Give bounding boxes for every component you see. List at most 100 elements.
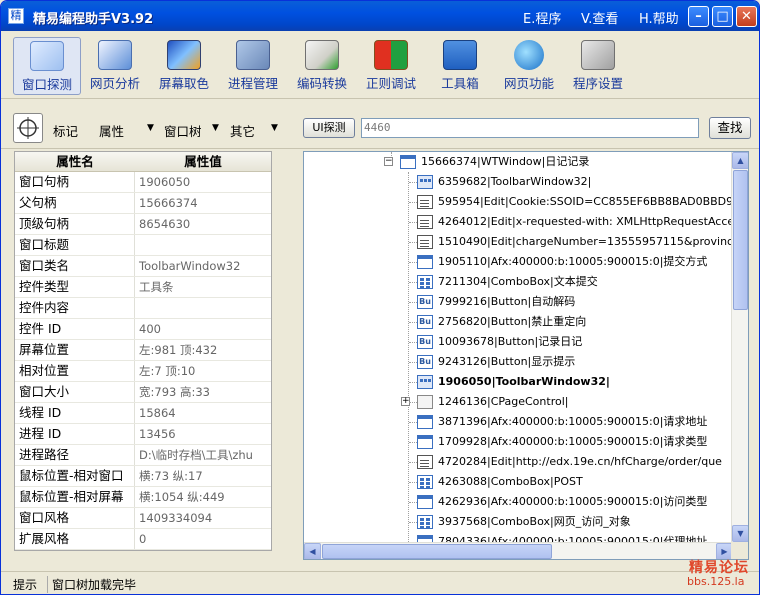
- property-value[interactable]: 左:7 顶:10: [135, 361, 271, 381]
- window-tree-dropdown-arrow-icon[interactable]: ▼: [212, 123, 219, 133]
- tool-window-probe[interactable]: 窗口探测: [13, 37, 81, 95]
- tree-node[interactable]: 4720284|Edit|http://edx.19e.cn/hfCharge/…: [304, 452, 734, 472]
- menu-view[interactable]: V.查看: [581, 8, 618, 27]
- vertical-scrollbar[interactable]: ▲ ▼: [731, 152, 748, 542]
- tree-node[interactable]: 1510490|Edit|chargeNumber=13555957115&pr…: [304, 232, 748, 252]
- ui-probe-button[interactable]: UI探测: [303, 118, 355, 138]
- tool-color-picker[interactable]: 屏幕取色: [150, 37, 218, 95]
- tool-process-manager[interactable]: 进程管理: [219, 37, 287, 95]
- property-value[interactable]: 工具条: [135, 277, 271, 297]
- tool-settings[interactable]: 程序设置: [564, 37, 632, 95]
- probe-crosshair-icon[interactable]: [13, 113, 43, 143]
- property-value[interactable]: [135, 235, 271, 255]
- property-row[interactable]: 顶级句柄 8654630: [15, 214, 271, 235]
- tool-regex-debug[interactable]: 正则调试: [357, 37, 425, 95]
- property-row[interactable]: 相对位置 左:7 顶:10: [15, 361, 271, 382]
- handle-input[interactable]: 4460: [361, 118, 699, 138]
- scroll-down-button[interactable]: ▼: [732, 525, 748, 542]
- search-button[interactable]: 查找: [709, 117, 751, 139]
- horizontal-scroll-thumb[interactable]: [322, 544, 552, 559]
- close-button[interactable]: ✕: [736, 6, 757, 27]
- property-row[interactable]: 控件 ID 400: [15, 319, 271, 340]
- property-row[interactable]: 窗口类名 ToolbarWindow32: [15, 256, 271, 277]
- scroll-up-button[interactable]: ▲: [732, 152, 748, 169]
- tree-node[interactable]: 3871396|Afx:400000:b:10005:900015:0|请求地址: [304, 412, 734, 432]
- property-value[interactable]: D:\临时存档\工具\zhu: [135, 445, 271, 465]
- tree-node[interactable]: Bu 10093678|Button|记录日记: [304, 332, 734, 352]
- tree-node[interactable]: − 15666374|WTWindow|日记记录: [304, 152, 734, 172]
- main-toolbar: 窗口探测 网页分析 屏幕取色 进程管理 编码转换 正则调试 工具箱 网页功能 程…: [1, 31, 759, 99]
- property-row[interactable]: 鼠标位置-相对窗口 横:73 纵:17: [15, 466, 271, 487]
- property-row[interactable]: 窗口大小 宽:793 高:33: [15, 382, 271, 403]
- title-bar[interactable]: 精 精易编程助手V3.92 E.程序 V.查看 H.帮助 – □ ✕: [1, 1, 759, 31]
- property-row[interactable]: 进程路径 D:\临时存档\工具\zhu: [15, 445, 271, 466]
- property-row[interactable]: 屏幕位置 左:981 顶:432: [15, 340, 271, 361]
- tool-web-analyze[interactable]: 网页分析: [81, 37, 149, 95]
- horizontal-scrollbar[interactable]: ◀ ▶: [304, 542, 733, 559]
- tree-node[interactable]: +1246136|CPageControl|: [304, 392, 734, 412]
- tree-node[interactable]: Bu 9243126|Button|显示提示: [304, 352, 734, 372]
- tree-node[interactable]: 1709928|Afx:400000:b:10005:900015:0|请求类型: [304, 432, 734, 452]
- minimize-button[interactable]: –: [688, 6, 709, 27]
- property-value[interactable]: 1409334094: [135, 508, 271, 528]
- tool-process-manager-label: 进程管理: [227, 76, 278, 91]
- tree-node[interactable]: 1905110|Afx:400000:b:10005:900015:0|提交方式: [304, 252, 734, 272]
- property-value[interactable]: 15864: [135, 403, 271, 423]
- tree-node[interactable]: 3937568|ComboBox|网页_访问_对象: [304, 512, 734, 532]
- column-header-value[interactable]: 属性值: [135, 152, 271, 171]
- collapse-icon[interactable]: −: [384, 157, 393, 166]
- property-row[interactable]: 父句柄 15666374: [15, 193, 271, 214]
- tree-node[interactable]: 4263088|ComboBox|POST: [304, 472, 734, 492]
- property-dropdown[interactable]: 属性: [99, 121, 124, 140]
- property-value[interactable]: 13456: [135, 424, 271, 444]
- property-value[interactable]: 左:981 顶:432: [135, 340, 271, 360]
- property-value[interactable]: 400: [135, 319, 271, 339]
- tree-node[interactable]: 4264012|Edit|x-requested-with: XMLHttpRe…: [304, 212, 734, 232]
- property-row[interactable]: 鼠标位置-相对屏幕 横:1054 纵:449: [15, 487, 271, 508]
- menu-program[interactable]: E.程序: [523, 8, 561, 27]
- tool-web-function-label: 网页功能: [503, 76, 554, 91]
- tree-node[interactable]: 595954|Edit|Cookie:SSOID=CC855EF6BB8BAD0…: [304, 192, 748, 212]
- tree-node-label: 7999216|Button|自动解码: [438, 295, 576, 308]
- property-value[interactable]: 1906050: [135, 172, 271, 192]
- tree-node[interactable]: 1906050|ToolbarWindow32|: [304, 372, 734, 392]
- tree-node[interactable]: Bu 2756820|Button|禁止重定向: [304, 312, 734, 332]
- property-row[interactable]: 窗口标题: [15, 235, 271, 256]
- maximize-button[interactable]: □: [712, 6, 733, 27]
- other-dropdown[interactable]: 其它: [230, 121, 255, 140]
- property-name: 屏幕位置: [15, 340, 135, 360]
- mark-label[interactable]: 标记: [53, 121, 78, 140]
- tree-node[interactable]: Bu 7999216|Button|自动解码: [304, 292, 734, 312]
- menu-help[interactable]: H.帮助: [639, 8, 679, 27]
- window-tree-dropdown[interactable]: 窗口树: [164, 121, 202, 140]
- property-value[interactable]: 15666374: [135, 193, 271, 213]
- property-row[interactable]: 线程 ID 15864: [15, 403, 271, 424]
- property-row[interactable]: 窗口句柄 1906050: [15, 172, 271, 193]
- property-dropdown-arrow-icon[interactable]: ▼: [147, 123, 154, 133]
- tool-toolbox[interactable]: 工具箱: [426, 37, 494, 95]
- property-row[interactable]: 控件类型 工具条: [15, 277, 271, 298]
- vertical-scroll-thumb[interactable]: [733, 170, 748, 310]
- property-value[interactable]: 0: [135, 529, 271, 549]
- property-value[interactable]: ToolbarWindow32: [135, 256, 271, 276]
- other-dropdown-arrow-icon[interactable]: ▼: [271, 123, 278, 133]
- tool-encoding-convert[interactable]: 编码转换: [288, 37, 356, 95]
- scroll-left-button[interactable]: ◀: [304, 543, 321, 559]
- property-row[interactable]: 进程 ID 13456: [15, 424, 271, 445]
- property-value[interactable]: 横:73 纵:17: [135, 466, 271, 486]
- property-row[interactable]: 扩展风格 0: [15, 529, 271, 550]
- tree-node-label: 4720284|Edit|http://edx.19e.cn/hfCharge/…: [438, 455, 722, 468]
- tree-node[interactable]: 4262936|Afx:400000:b:10005:900015:0|访问类型: [304, 492, 734, 512]
- property-row[interactable]: 窗口风格 1409334094: [15, 508, 271, 529]
- property-value[interactable]: 横:1054 纵:449: [135, 487, 271, 507]
- tree-node[interactable]: 6359682|ToolbarWindow32|: [304, 172, 734, 192]
- property-value[interactable]: [135, 298, 271, 318]
- status-label: 提示: [13, 578, 38, 592]
- property-value[interactable]: 8654630: [135, 214, 271, 234]
- column-header-name[interactable]: 属性名: [15, 152, 135, 171]
- tool-web-function[interactable]: 网页功能: [495, 37, 563, 95]
- property-value[interactable]: 宽:793 高:33: [135, 382, 271, 402]
- tree-guide-line: [409, 402, 417, 403]
- tree-node[interactable]: 7211304|ComboBox|文本提交: [304, 272, 734, 292]
- property-row[interactable]: 控件内容: [15, 298, 271, 319]
